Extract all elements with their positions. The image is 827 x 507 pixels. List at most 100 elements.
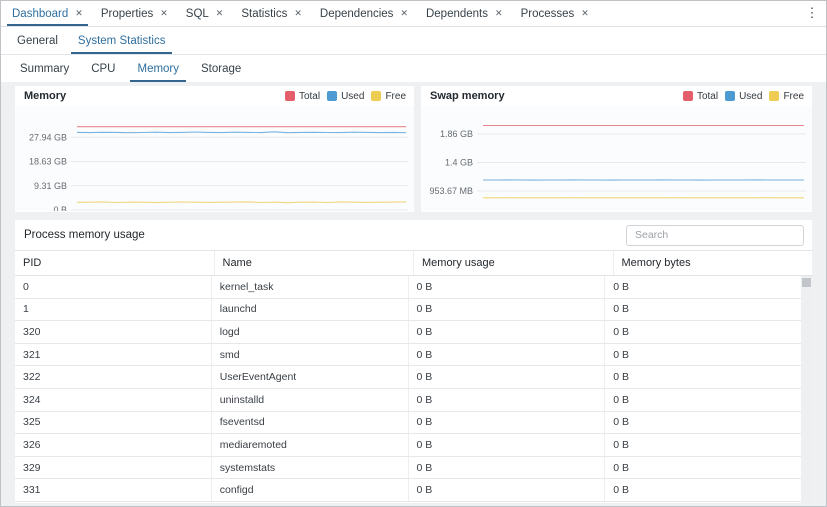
table-row[interactable]: 322UserEventAgent0 B0 B [15, 366, 801, 389]
process-memory-usage-panel: Process memory usage PIDNameMemory usage… [15, 220, 812, 503]
legend-color-chip [285, 91, 295, 101]
close-icon[interactable]: ✕ [216, 9, 224, 18]
tab-sql[interactable]: SQL✕ [177, 1, 233, 26]
table-cell: launchd [212, 299, 409, 321]
close-icon[interactable]: ✕ [75, 9, 83, 18]
swap-chart-legend: TotalUsedFree [683, 91, 804, 102]
svg-text:0 B: 0 B [53, 205, 67, 211]
table-cell: 0 B [409, 479, 606, 501]
tab-label: Summary [20, 63, 69, 75]
svg-text:18.63 GB: 18.63 GB [29, 157, 67, 167]
close-icon[interactable]: ✕ [581, 9, 589, 18]
tab-system-statistics[interactable]: System Statistics [68, 27, 176, 54]
table-row[interactable]: 325fseventsd0 B0 B [15, 412, 801, 435]
memory-chart-panel: Memory TotalUsedFree 0 B9.31 GB18.63 GB2… [15, 86, 414, 212]
tab-dependents[interactable]: Dependents ✕ [417, 1, 512, 26]
table-cell: 0 B [605, 366, 801, 388]
close-icon[interactable]: ✕ [294, 9, 302, 18]
tab-processes[interactable]: Processes ✕ [512, 1, 598, 26]
table-cell: 324 [15, 389, 212, 411]
tab-dependencies[interactable]: Dependencies✕ [311, 1, 417, 26]
legend-item-used: Used [725, 91, 762, 102]
table-cell: 329 [15, 457, 212, 479]
table-cell: 0 [15, 276, 212, 298]
kebab-menu-icon[interactable]: ⋮ [804, 5, 820, 23]
column-header-memory-bytes[interactable]: Memory bytes [614, 251, 813, 275]
svg-text:27.94 GB: 27.94 GB [29, 132, 67, 142]
swap-chart-title: Swap memory [430, 90, 505, 102]
legend-item-free: Free [371, 91, 406, 102]
table-cell: 0 B [605, 321, 801, 343]
tab-summary[interactable]: Summary [9, 55, 80, 82]
table-cell: mediaremoted [212, 434, 409, 456]
scrollbar-thumb[interactable] [802, 278, 811, 287]
table-cell: systemstats [212, 457, 409, 479]
tab-label: Statistics [241, 8, 287, 20]
tab-properties[interactable]: Properties ✕ [92, 1, 177, 26]
table-row[interactable]: 1launchd0 B0 B [15, 299, 801, 322]
tab-general[interactable]: General [7, 27, 68, 54]
legend-item-used: Used [327, 91, 364, 102]
tab-label: System Statistics [78, 35, 166, 47]
svg-text:1.4 GB: 1.4 GB [445, 157, 473, 167]
table-row[interactable]: 326mediaremoted0 B0 B [15, 434, 801, 457]
table-cell: 0 B [409, 412, 606, 434]
legend-label: Used [739, 91, 762, 102]
table-cell: 0 B [409, 366, 606, 388]
table-cell: 0 B [409, 434, 606, 456]
memory-chart: 0 B9.31 GB18.63 GB27.94 GB [15, 106, 414, 211]
table-cell: 0 B [605, 389, 801, 411]
table-cell: UserEventAgent [212, 366, 409, 388]
tab-statistics[interactable]: Statistics ✕ [232, 1, 311, 26]
table-cell: uninstalld [212, 389, 409, 411]
process-table-title: Process memory usage [24, 229, 145, 241]
legend-item-total: Total [285, 91, 320, 102]
table-row[interactable]: 0kernel_task0 B0 B [15, 276, 801, 299]
legend-color-chip [683, 91, 693, 101]
table-cell: 326 [15, 434, 212, 456]
column-header-name[interactable]: Name [215, 251, 415, 275]
table-cell: 325 [15, 412, 212, 434]
table-row[interactable]: 324uninstalld0 B0 B [15, 389, 801, 412]
column-header-pid[interactable]: PID [15, 251, 215, 275]
table-cell: 0 B [409, 344, 606, 366]
table-cell: 322 [15, 366, 212, 388]
tab-label: Memory [137, 63, 179, 75]
system-statistics-tab-bar: Summary CPU Memory Storage [1, 55, 826, 82]
table-cell: 0 B [605, 344, 801, 366]
table-row[interactable]: 331configd0 B0 B [15, 479, 801, 502]
dashboard-window: Dashboard✕Properties✕SQL✕Statistics✕Depe… [0, 0, 827, 507]
svg-text:953.67 MB: 953.67 MB [429, 186, 473, 196]
table-cell: smd [212, 344, 409, 366]
close-icon[interactable]: ✕ [400, 9, 408, 18]
search-input[interactable] [626, 225, 804, 246]
tab-label: Processes [521, 8, 575, 20]
tab-label: Dependents [426, 8, 488, 20]
process-table-body: 0kernel_task0 B0 B1launchd0 B0 B320logd0… [15, 276, 812, 502]
swap-memory-chart: 953.67 MB 1.4 GB 1.86 GB [421, 106, 812, 211]
tab-label: General [17, 35, 58, 47]
tab-label: Properties [101, 8, 153, 20]
tab-cpu[interactable]: CPU [80, 55, 126, 82]
legend-label: Free [385, 91, 406, 102]
tab-label: Dashboard [12, 8, 68, 20]
svg-text:1.86 GB: 1.86 GB [440, 129, 473, 139]
table-cell: 321 [15, 344, 212, 366]
legend-color-chip [371, 91, 381, 101]
tab-dashboard[interactable]: Dashboard ✕ [3, 1, 92, 26]
close-icon[interactable]: ✕ [160, 9, 168, 18]
tab-storage[interactable]: Storage [190, 55, 252, 82]
swap-memory-chart-panel: Swap memory TotalUsedFree 953.67 MB 1.4 G… [421, 86, 812, 212]
legend-color-chip [327, 91, 337, 101]
table-row[interactable]: 320logd0 B0 B [15, 321, 801, 344]
table-cell: 320 [15, 321, 212, 343]
table-row[interactable]: 321smd0 B0 B [15, 344, 801, 367]
table-cell: kernel_task [212, 276, 409, 298]
vertical-scrollbar[interactable] [801, 276, 812, 503]
table-cell: 331 [15, 479, 212, 501]
table-row[interactable]: 329systemstats0 B0 B [15, 457, 801, 480]
table-cell: 0 B [605, 434, 801, 456]
column-header-memory-usage[interactable]: Memory usage [414, 251, 614, 275]
close-icon[interactable]: ✕ [495, 9, 503, 18]
tab-memory[interactable]: Memory [126, 55, 190, 82]
